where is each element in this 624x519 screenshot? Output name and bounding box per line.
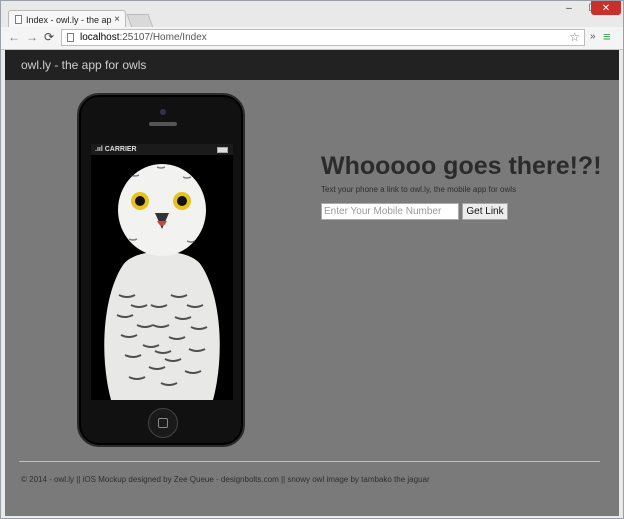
owl-image [91,155,233,400]
home-button [148,408,178,438]
address-path: :25107/Home/Index [119,32,207,43]
page-icon [67,33,74,42]
back-arrow-icon[interactable]: ← [8,30,20,44]
new-tab-button[interactable] [126,14,154,28]
bookmark-star-icon[interactable]: ☆ [569,30,580,44]
get-link-button[interactable]: Get Link [462,203,508,220]
address-host: localhost [80,32,120,43]
extensions-chevron-icon[interactable]: » [590,31,596,42]
reload-icon[interactable]: ⟳ [44,30,54,44]
menu-icon[interactable]: ≡ [603,29,611,44]
page-icon [15,15,22,24]
phone-status-bar: .ııl CARRIER [91,144,233,155]
minimize-button[interactable]: ‒ [557,1,581,15]
hero-subtitle: Text your phone a link to owl.ly, the mo… [321,185,517,194]
footer-text: © 2014 - owl.ly || iOS Mockup designed b… [21,475,430,484]
battery-icon [217,147,228,153]
phone-screen: .ııl CARRIER [91,144,233,400]
footer-divider [19,461,600,462]
phone-camera [160,109,166,115]
site-navbar: owl.ly - the app for owls [5,50,619,80]
close-button[interactable]: ✕ [591,1,621,15]
phone-mockup: .ııl CARRIER [77,93,245,447]
tab-close-icon[interactable]: × [114,14,120,25]
brand-link[interactable]: owl.ly - the app for owls [21,58,146,72]
address-bar[interactable]: localhost:25107/Home/Index ☆ [61,29,585,46]
hero-title: Whooooo goes there!?! [321,152,602,180]
mobile-number-input[interactable] [321,203,459,220]
browser-toolbar: ← → ⟳ localhost:25107/Home/Index ☆ » ≡ [1,27,623,50]
tab-title: Index - owl.ly - the app for owls [26,14,112,25]
browser-window: Index - owl.ly - the app for owls × ‒ ☐ … [0,0,624,519]
forward-arrow-icon[interactable]: → [26,30,38,44]
browser-tab[interactable]: Index - owl.ly - the app for owls × [8,10,126,28]
page-viewport: owl.ly - the app for owls .ııl CARRIER W… [5,50,619,516]
title-bar: Index - owl.ly - the app for owls × ‒ ☐ … [1,1,623,28]
phone-speaker [149,122,177,126]
carrier-label: .ııl CARRIER [95,146,137,153]
